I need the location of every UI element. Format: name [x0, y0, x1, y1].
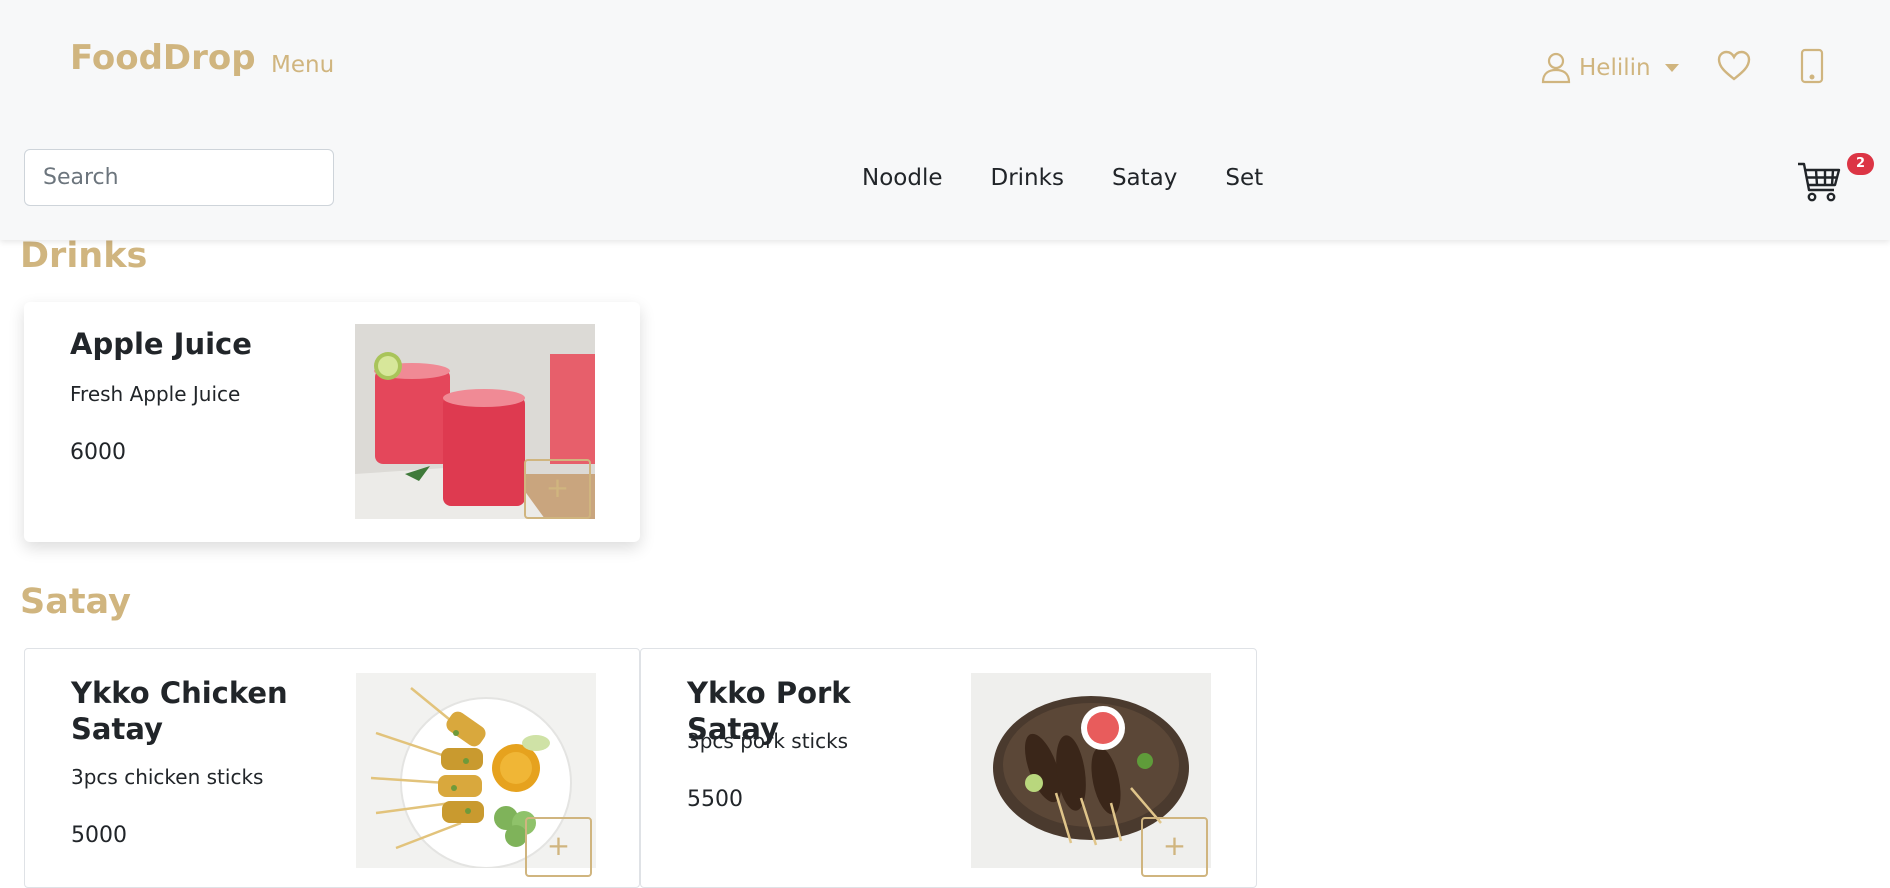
add-to-cart-button[interactable]: +	[1141, 817, 1208, 877]
chevron-down-icon	[1664, 64, 1679, 72]
add-to-cart-button[interactable]: +	[525, 817, 592, 877]
section-title-drinks: Drinks	[20, 236, 148, 276]
cart-count-badge: 2	[1847, 153, 1874, 175]
item-description: Fresh Apple Juice	[70, 382, 241, 406]
item-price: 6000	[70, 440, 126, 465]
add-to-cart-button[interactable]: +	[524, 459, 591, 519]
nav-item-satay[interactable]: Satay	[1112, 165, 1177, 191]
category-nav: Noodle Drinks Satay Set	[862, 165, 1263, 191]
search-input[interactable]	[24, 149, 334, 206]
user-menu[interactable]: Helilin	[1541, 48, 1679, 88]
brand-logo[interactable]: FoodDrop	[70, 38, 256, 78]
item-name: Apple Juice	[70, 327, 252, 361]
phone-icon[interactable]	[1798, 48, 1826, 84]
cart-icon[interactable]	[1796, 158, 1842, 204]
section-title-satay: Satay	[20, 582, 131, 622]
menu-item-card: Ykko Chicken Satay 3pcs chicken sticks 5…	[24, 648, 640, 888]
menu-item-card: Ykko Pork Satay 3pcs pork sticks 5500 +	[640, 648, 1257, 888]
heart-icon[interactable]	[1716, 48, 1752, 84]
user-icon	[1541, 52, 1571, 84]
nav-item-set[interactable]: Set	[1225, 165, 1263, 191]
item-description: 3pcs chicken sticks	[71, 765, 264, 789]
item-price: 5000	[71, 823, 127, 848]
nav-item-noodle[interactable]: Noodle	[862, 165, 943, 191]
item-description: 3pcs pork sticks	[687, 729, 849, 753]
menu-link[interactable]: Menu	[271, 52, 334, 78]
user-name: Helilin	[1579, 55, 1651, 81]
item-price: 5500	[687, 787, 743, 812]
nav-item-drinks[interactable]: Drinks	[991, 165, 1064, 191]
header: FoodDrop Menu Helilin Noodle Drinks Sata…	[0, 0, 1890, 240]
item-name: Ykko Chicken Satay	[71, 676, 288, 746]
menu-item-card: Apple Juice Fresh Apple Juice 6000 +	[24, 302, 640, 542]
